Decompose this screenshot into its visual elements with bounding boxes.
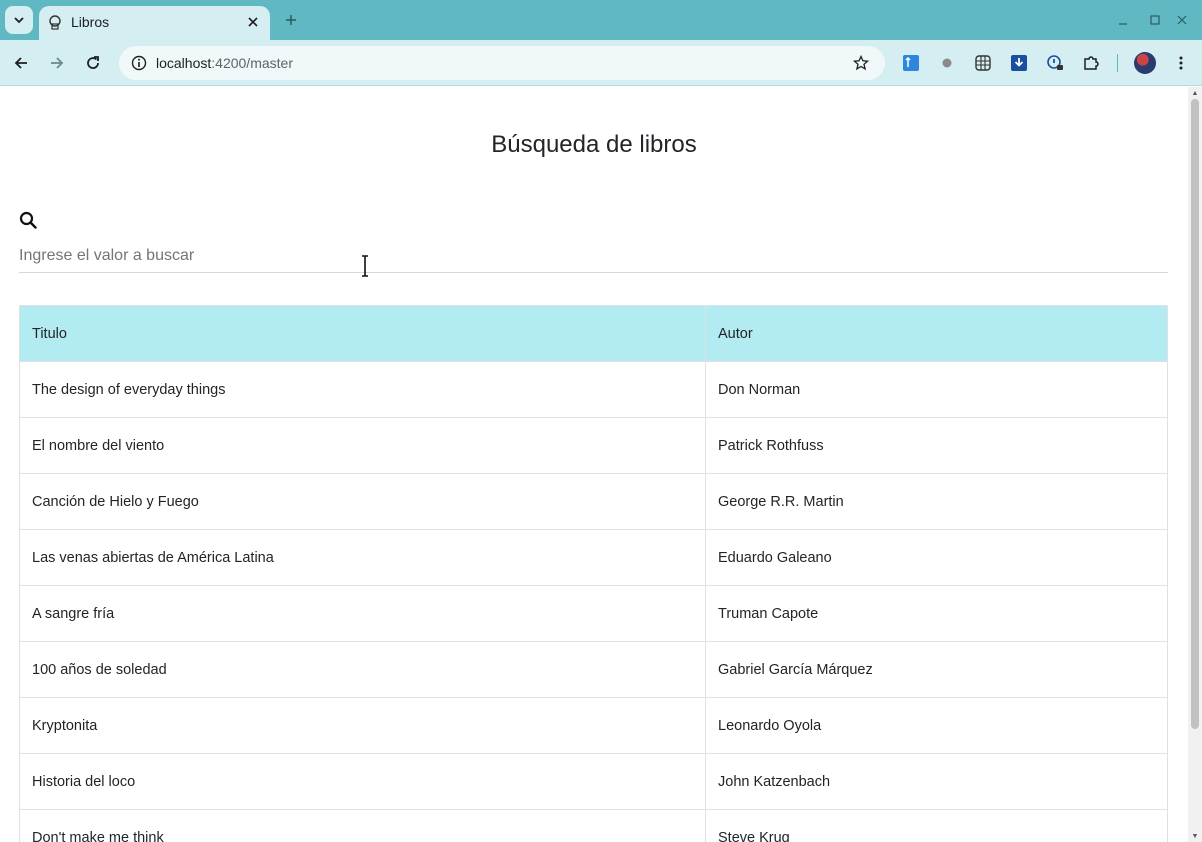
page-scrollbar[interactable]: ▲ ▼ — [1188, 87, 1202, 842]
reload-icon — [87, 56, 99, 69]
page-title: Búsqueda de libros — [491, 131, 697, 158]
cell-titulo: The design of everyday things — [19, 361, 706, 418]
table-row[interactable]: Las venas abiertas de América Latina Edua… — [19, 529, 1168, 586]
grid-extension-icon — [975, 55, 991, 71]
cell-titulo: Canción de Hielo y Fuego — [19, 473, 706, 530]
profile-avatar[interactable] — [1134, 52, 1156, 74]
key-lock-icon — [1047, 55, 1063, 70]
table-row[interactable]: Don't make me think Steve Krug — [19, 809, 1168, 842]
arrow-right-icon — [51, 57, 64, 69]
cell-autor: George R.R. Martin — [705, 473, 1168, 530]
cell-titulo: Las venas abiertas de América Latina — [19, 529, 706, 586]
chevron-down-icon — [14, 17, 24, 24]
column-header-autor[interactable]: Autor — [705, 305, 1168, 362]
table-row[interactable]: 100 años de soledad Gabriel García Márque… — [19, 641, 1168, 698]
browser-toolbar: localhost:4200/master — [0, 40, 1202, 86]
puzzle-icon — [1084, 56, 1099, 70]
info-icon — [131, 55, 147, 71]
tab-libros[interactable]: Libros — [39, 6, 270, 40]
address-bar[interactable]: localhost:4200/master — [119, 46, 885, 80]
cell-autor: Leonardo Oyola — [705, 697, 1168, 754]
extension-translate[interactable] — [901, 53, 921, 73]
cell-autor: Eduardo Galeano — [705, 529, 1168, 586]
scroll-up-icon[interactable]: ▲ — [1191, 89, 1199, 97]
table-row[interactable]: The design of everyday things Don Norman — [19, 361, 1168, 418]
browser-menu-button[interactable] — [1169, 51, 1193, 75]
table-row[interactable]: Kryptonita Leonardo Oyola — [19, 697, 1168, 754]
record-icon — [942, 58, 952, 68]
bookmark-button[interactable] — [851, 53, 871, 73]
cell-titulo: Historia del loco — [19, 753, 706, 810]
back-button[interactable] — [9, 51, 33, 75]
tab-close-button[interactable] — [244, 13, 262, 31]
cell-autor: Patrick Rothfuss — [705, 417, 1168, 474]
maximize-icon — [1150, 15, 1160, 25]
url-text: localhost:4200/master — [156, 55, 293, 71]
cell-titulo: 100 años de soledad — [19, 641, 706, 698]
minimize-button[interactable] — [1115, 12, 1131, 28]
column-header-titulo[interactable]: Titulo — [19, 305, 706, 362]
table-row[interactable]: A sangre fría Truman Capote — [19, 585, 1168, 642]
reload-button[interactable] — [81, 51, 105, 75]
plus-icon — [286, 15, 296, 25]
site-info-button[interactable] — [127, 51, 151, 75]
cell-autor: John Katzenbach — [705, 753, 1168, 810]
table-row[interactable]: El nombre del viento Patrick Rothfuss — [19, 417, 1168, 474]
cell-titulo: El nombre del viento — [19, 417, 706, 474]
books-table: Titulo Autor The design of everyday thin… — [19, 305, 1168, 842]
cell-autor: Don Norman — [705, 361, 1168, 418]
extension-record[interactable] — [937, 53, 957, 73]
close-icon — [1177, 15, 1187, 25]
extension-grid[interactable] — [973, 53, 993, 73]
scroll-down-icon[interactable]: ▼ — [1191, 832, 1199, 840]
star-icon — [853, 55, 869, 71]
page-viewport: Búsqueda de libros Titulo Autor The desi… — [0, 87, 1188, 842]
table-row[interactable]: Canción de Hielo y Fuego George R.R. Mart… — [19, 473, 1168, 530]
extensions-button[interactable] — [1081, 53, 1101, 73]
maximize-button[interactable] — [1147, 12, 1163, 28]
more-vertical-icon — [1179, 56, 1183, 70]
tab-title: Libros — [71, 14, 110, 30]
table-row[interactable]: Historia del loco John Katzenbach — [19, 753, 1168, 810]
close-window-button[interactable] — [1174, 12, 1190, 28]
download-icon — [1011, 55, 1027, 71]
translate-extension-icon — [903, 55, 919, 71]
forward-button[interactable] — [45, 51, 69, 75]
angular-favicon-icon — [49, 15, 61, 30]
minimize-icon — [1119, 23, 1127, 25]
extension-download[interactable] — [1009, 53, 1029, 73]
arrow-left-icon — [14, 57, 27, 69]
cell-titulo: A sangre fría — [19, 585, 706, 642]
url-path: :4200/master — [211, 55, 293, 71]
search-icon — [19, 211, 37, 229]
tab-search-button[interactable] — [5, 6, 33, 34]
scrollbar-thumb[interactable] — [1191, 99, 1199, 729]
new-tab-button[interactable] — [280, 9, 302, 31]
table-header-row: Titulo Autor — [19, 305, 1168, 362]
cell-titulo: Kryptonita — [19, 697, 706, 754]
cell-titulo: Don't make me think — [19, 809, 706, 842]
url-host: localhost — [156, 55, 212, 71]
extension-password[interactable] — [1045, 53, 1065, 73]
search-input[interactable] — [19, 239, 1168, 273]
text-cursor-icon — [362, 255, 368, 277]
cell-autor: Steve Krug — [705, 809, 1168, 842]
close-icon — [248, 17, 258, 27]
browser-tab-bar: Libros — [0, 0, 1202, 40]
cell-autor: Gabriel García Márquez — [705, 641, 1168, 698]
cell-autor: Truman Capote — [705, 585, 1168, 642]
toolbar-divider — [1117, 54, 1118, 72]
